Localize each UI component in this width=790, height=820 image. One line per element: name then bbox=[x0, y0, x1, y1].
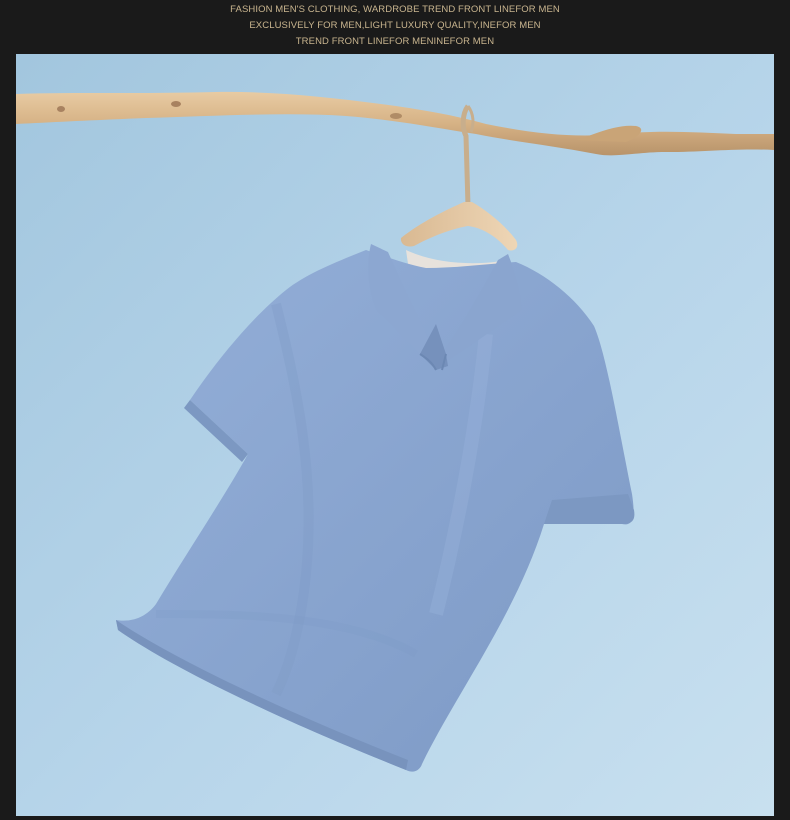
header-line-3: TREND FRONT LINEFOR MENINEFOR MEN bbox=[295, 36, 495, 47]
header-banner: FASHION MEN'S CLOTHING, WARDROBE TREND F… bbox=[0, 0, 790, 52]
header-line-2: EXCLUSIVELY FOR MEN,LIGHT LUXURY QUALITY… bbox=[249, 20, 541, 31]
header-line-1: FASHION MEN'S CLOTHING, WARDROBE TREND F… bbox=[230, 4, 560, 15]
product-photo bbox=[16, 54, 774, 816]
polo-shirt-illustration bbox=[16, 54, 774, 816]
